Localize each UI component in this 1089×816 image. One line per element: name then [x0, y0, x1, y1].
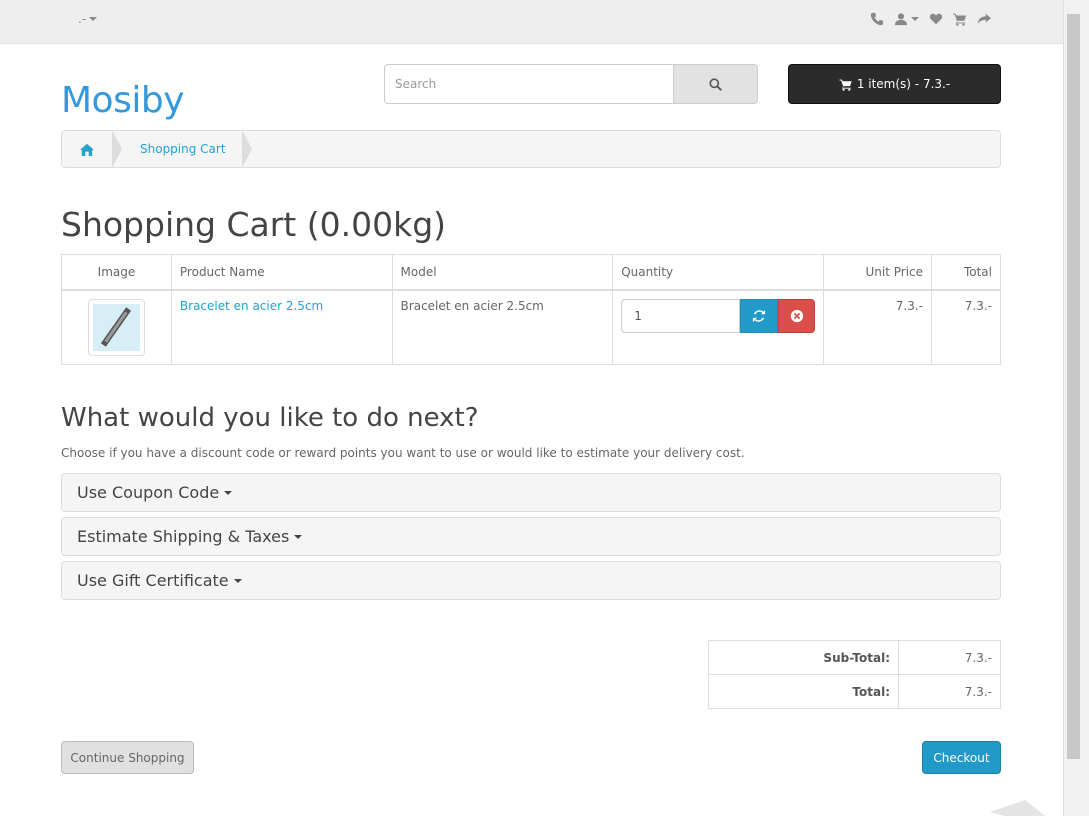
phone-icon[interactable]	[870, 12, 884, 26]
subtotal-label: Sub-Total:	[708, 640, 899, 675]
bracelet-image	[101, 307, 132, 347]
user-icon	[894, 13, 908, 26]
user-menu[interactable]	[894, 12, 919, 26]
next-steps-description: Choose if you have a discount code or re…	[61, 446, 745, 460]
breadcrumb-separator	[112, 130, 122, 168]
cart-button-label: 1 item(s) - 7.3.-	[856, 77, 951, 91]
column-header-total: Total	[931, 254, 1001, 291]
share-icon[interactable]	[977, 12, 991, 26]
currency-label: .-	[78, 12, 87, 26]
remove-button[interactable]	[778, 298, 816, 333]
table-row: Total: 7.3.-	[708, 674, 1001, 709]
checkout-button[interactable]: Checkout	[922, 741, 1001, 774]
subtotal-value: 7.3.-	[898, 640, 1001, 675]
shipping-panel[interactable]: Estimate Shipping & Taxes	[61, 517, 1001, 556]
remove-circle-icon	[790, 309, 803, 322]
caret-down-icon	[294, 534, 303, 539]
product-thumbnail[interactable]	[87, 298, 145, 356]
table-row: Sub-Total: 7.3.-	[708, 640, 1001, 675]
column-header-unit-price: Unit Price	[823, 254, 933, 291]
caret-down-icon	[224, 490, 233, 495]
panel-title: Use Gift Certificate	[77, 571, 229, 590]
search-button[interactable]	[673, 64, 758, 104]
breadcrumb: Shopping Cart	[61, 130, 1001, 168]
cart-button[interactable]: 1 item(s) - 7.3.-	[788, 64, 1001, 104]
column-header-model: Model	[391, 254, 614, 291]
scrollbar[interactable]	[1063, 0, 1089, 816]
row-total: 7.3.-	[931, 289, 1001, 365]
chevron-down-icon	[911, 17, 919, 21]
page-title: Shopping Cart (0.00kg)	[61, 205, 447, 244]
panel-title: Use Coupon Code	[77, 483, 220, 502]
cart-icon	[839, 79, 852, 91]
panel-title: Estimate Shipping & Taxes	[77, 527, 290, 546]
table-row: Bracelet en acier 2.5cm Bracelet en acie…	[61, 289, 1001, 365]
product-image-cell	[61, 289, 172, 365]
quantity-input[interactable]	[621, 298, 741, 333]
search-input[interactable]	[384, 64, 673, 104]
search-icon	[709, 77, 722, 91]
site-logo[interactable]: Mosiby	[61, 80, 185, 121]
cart-table: Image Product Name Model Quantity Unit P…	[61, 254, 1001, 365]
table-header-row: Image Product Name Model Quantity Unit P…	[61, 254, 1001, 291]
heart-icon[interactable]	[929, 12, 943, 26]
column-header-quantity: Quantity	[612, 254, 825, 291]
product-name-cell: Bracelet en acier 2.5cm	[170, 289, 393, 365]
search-bar	[384, 64, 758, 104]
quantity-cell	[612, 289, 825, 365]
column-header-image: Image	[61, 254, 172, 291]
next-steps-title: What would you like to do next?	[61, 403, 479, 433]
gift-certificate-panel[interactable]: Use Gift Certificate	[61, 561, 1001, 600]
breadcrumb-home[interactable]	[62, 143, 112, 156]
column-header-product-name: Product Name	[170, 254, 393, 291]
product-name-link[interactable]: Bracelet en acier 2.5cm	[180, 299, 323, 313]
product-model: Bracelet en acier 2.5cm	[391, 289, 614, 365]
top-bar: .-	[0, 0, 1063, 44]
scrollbar-thumb[interactable]	[1067, 14, 1080, 759]
total-label: Total:	[708, 674, 899, 709]
continue-shopping-button[interactable]: Continue Shopping	[61, 741, 194, 774]
breadcrumb-separator	[241, 130, 252, 168]
page-corner-decoration	[990, 800, 1045, 816]
caret-down-icon	[233, 578, 242, 583]
update-button[interactable]	[740, 298, 779, 333]
coupon-panel[interactable]: Use Coupon Code	[61, 473, 1001, 512]
unit-price: 7.3.-	[823, 289, 933, 365]
quantity-group	[621, 298, 816, 333]
total-value: 7.3.-	[898, 674, 1001, 709]
top-links	[870, 12, 991, 26]
breadcrumb-item-shopping-cart[interactable]: Shopping Cart	[122, 142, 242, 156]
cart-icon[interactable]	[953, 12, 967, 26]
refresh-icon	[753, 309, 766, 322]
chevron-down-icon	[89, 17, 98, 21]
currency-dropdown[interactable]: .-	[78, 12, 98, 26]
totals-table: Sub-Total: 7.3.- Total: 7.3.-	[708, 640, 1001, 709]
product-image	[92, 303, 140, 351]
home-icon	[80, 143, 94, 156]
